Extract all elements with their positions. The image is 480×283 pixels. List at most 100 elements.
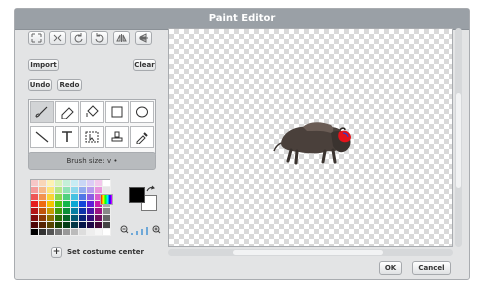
line-tool[interactable] [30, 126, 54, 148]
color-swatch[interactable] [47, 187, 55, 194]
color-swatch[interactable] [55, 201, 63, 208]
color-swatch[interactable] [31, 180, 39, 187]
flip-vertical-icon[interactable] [135, 31, 152, 45]
color-swatch[interactable] [71, 208, 79, 215]
swap-colors-icon[interactable] [146, 185, 155, 193]
color-swatch[interactable] [39, 187, 47, 194]
color-swatch[interactable] [71, 222, 79, 229]
eraser-tool[interactable] [55, 101, 79, 123]
color-swatch[interactable] [79, 222, 87, 229]
color-swatch[interactable] [87, 180, 95, 187]
color-swatch[interactable] [31, 229, 39, 236]
color-swatch[interactable] [63, 215, 71, 222]
eyedropper-tool[interactable] [130, 126, 154, 148]
redo-button[interactable]: Redo [57, 79, 82, 91]
color-swatch[interactable] [79, 201, 87, 208]
color-swatch[interactable] [79, 208, 87, 215]
color-swatch[interactable] [71, 215, 79, 222]
color-swatch[interactable] [71, 187, 79, 194]
color-swatch[interactable] [39, 180, 47, 187]
color-swatch[interactable] [71, 180, 79, 187]
color-swatch[interactable] [63, 180, 71, 187]
rotate-right-icon[interactable] [91, 31, 108, 45]
rectangle-tool[interactable] [105, 101, 129, 123]
brush-size-arrow[interactable]: v [107, 157, 111, 165]
import-button[interactable]: Import [28, 59, 59, 71]
color-swatch[interactable] [63, 194, 71, 201]
color-swatch[interactable] [47, 229, 55, 236]
brush-size-bar[interactable]: Brush size: v • [28, 152, 156, 170]
color-swatch[interactable] [79, 180, 87, 187]
color-swatch[interactable] [55, 180, 63, 187]
zoom-level-bars[interactable] [130, 227, 151, 235]
color-swatch[interactable] [63, 229, 71, 236]
zoom-in-grid-icon[interactable] [49, 31, 66, 45]
color-swatch[interactable] [71, 201, 79, 208]
zoom-out-icon[interactable] [120, 225, 129, 234]
color-swatch[interactable] [103, 187, 111, 194]
color-swatch[interactable] [55, 229, 63, 236]
color-swatch[interactable] [31, 194, 39, 201]
color-swatch[interactable] [39, 222, 47, 229]
fill-tool[interactable] [80, 101, 104, 123]
color-swatch[interactable] [39, 194, 47, 201]
color-swatch[interactable] [79, 229, 87, 236]
drawing-canvas[interactable] [168, 28, 453, 247]
brush-tool[interactable] [30, 101, 54, 123]
color-swatch[interactable] [95, 180, 103, 187]
color-swatch[interactable] [71, 194, 79, 201]
color-swatch[interactable] [95, 215, 103, 222]
color-swatch[interactable] [55, 194, 63, 201]
primary-color-swatch[interactable] [129, 187, 145, 203]
color-swatch[interactable] [55, 208, 63, 215]
color-swatch[interactable] [55, 222, 63, 229]
color-swatch[interactable] [63, 208, 71, 215]
color-swatch[interactable] [39, 201, 47, 208]
color-swatch[interactable] [31, 201, 39, 208]
set-costume-center-button[interactable]: + [51, 247, 62, 258]
color-swatch[interactable] [95, 208, 103, 215]
color-swatch[interactable] [87, 208, 95, 215]
color-swatch[interactable] [103, 180, 111, 187]
select-tool[interactable] [80, 126, 104, 148]
color-swatch[interactable] [79, 194, 87, 201]
color-swatch[interactable] [87, 229, 95, 236]
flip-horizontal-icon[interactable] [113, 31, 130, 45]
cancel-button[interactable]: Cancel [412, 261, 451, 275]
ok-button[interactable]: OK [379, 261, 402, 275]
color-swatch[interactable] [79, 187, 87, 194]
color-swatch[interactable] [103, 215, 111, 222]
color-swatch[interactable] [47, 208, 55, 215]
zoom-in-icon[interactable] [152, 225, 161, 234]
zoom-fit-icon[interactable] [28, 31, 45, 45]
color-swatch[interactable] [31, 222, 39, 229]
color-swatch[interactable] [47, 215, 55, 222]
color-swatch[interactable] [63, 201, 71, 208]
color-swatch[interactable] [87, 222, 95, 229]
color-swatch[interactable] [63, 222, 71, 229]
text-tool[interactable] [55, 126, 79, 148]
color-swatch[interactable] [31, 187, 39, 194]
color-swatch[interactable] [95, 229, 103, 236]
stamp-tool[interactable] [105, 126, 129, 148]
undo-button[interactable]: Undo [28, 79, 52, 91]
color-swatch[interactable] [95, 187, 103, 194]
bison-costume-image[interactable] [273, 115, 355, 165]
vertical-scrollbar[interactable] [455, 28, 462, 247]
color-swatch[interactable] [47, 194, 55, 201]
color-swatch[interactable] [39, 208, 47, 215]
color-swatch[interactable] [47, 222, 55, 229]
color-swatch[interactable] [71, 229, 79, 236]
color-swatch[interactable] [31, 215, 39, 222]
color-swatch[interactable] [63, 187, 71, 194]
color-swatch[interactable] [79, 215, 87, 222]
color-swatch[interactable] [87, 215, 95, 222]
color-swatch[interactable] [103, 229, 111, 236]
vertical-scroll-thumb[interactable] [456, 93, 461, 188]
color-swatch[interactable] [55, 187, 63, 194]
color-swatch[interactable] [103, 208, 111, 215]
color-swatch[interactable] [87, 201, 95, 208]
color-swatch[interactable] [31, 208, 39, 215]
color-swatch[interactable] [95, 222, 103, 229]
color-swatch[interactable] [103, 222, 111, 229]
